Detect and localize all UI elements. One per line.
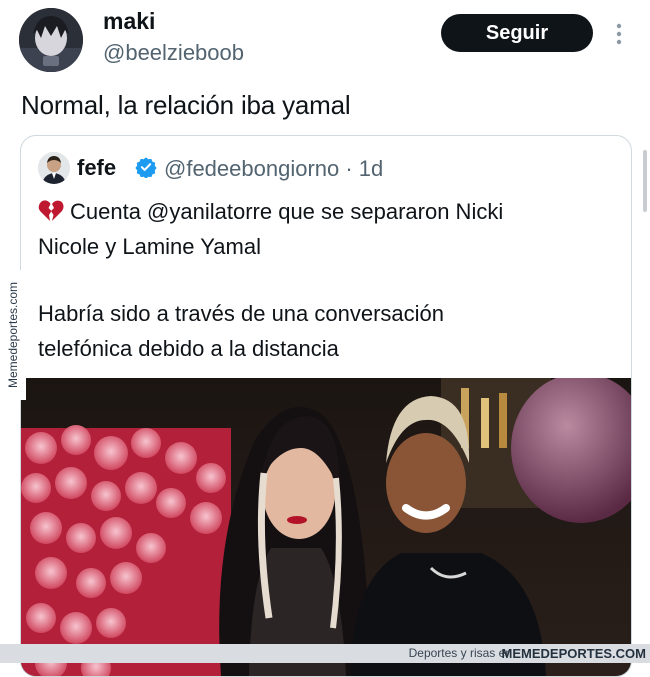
author-handle[interactable]: @beelzieboob [103,40,244,66]
avatar-image [19,8,83,72]
quoted-avatar-image [38,152,70,184]
author-name[interactable]: maki [103,8,155,35]
follow-button[interactable]: Seguir [441,14,593,52]
footer-brand: MEMEDEPORTES.COM [501,646,646,661]
side-watermark: Memedeportes.com [0,270,26,400]
quoted-text-line-3: Habría sido a través de una conversación [38,301,445,326]
footer-watermark-bar: Deportes y risas en MEMEDEPORTES.COM [0,644,650,663]
verified-badge-icon [135,157,157,178]
quoted-tweet-photo[interactable] [21,378,631,676]
broken-heart-icon [38,200,64,221]
more-vertical-icon[interactable] [612,22,626,46]
author-avatar[interactable] [19,8,83,72]
tweet-text: Normal, la relación iba yamal [21,90,351,120]
quoted-text-line-1: Cuenta @yanilatorre que se separaron Nic… [38,199,503,225]
quoted-tweet-card[interactable]: fefe @fedeebongiorno · 1d Cuenta @yanila… [20,135,632,677]
quoted-text-line-4: telefónica debido a la distancia [38,336,339,361]
quoted-text-line-1-text: Cuenta @yanilatorre que se separaron Nic… [70,199,504,224]
quoted-author-name[interactable]: fefe [77,155,116,181]
quoted-text-line-2: Nicole y Lamine Yamal [38,234,261,259]
side-watermark-text: Memedeportes.com [6,281,20,389]
footer-tagline: Deportes y risas en [408,646,512,660]
quoted-author-handle[interactable]: @fedeebongiorno · 1d [164,156,383,182]
quoted-author-avatar[interactable] [38,152,70,184]
scrollbar[interactable] [643,150,647,212]
